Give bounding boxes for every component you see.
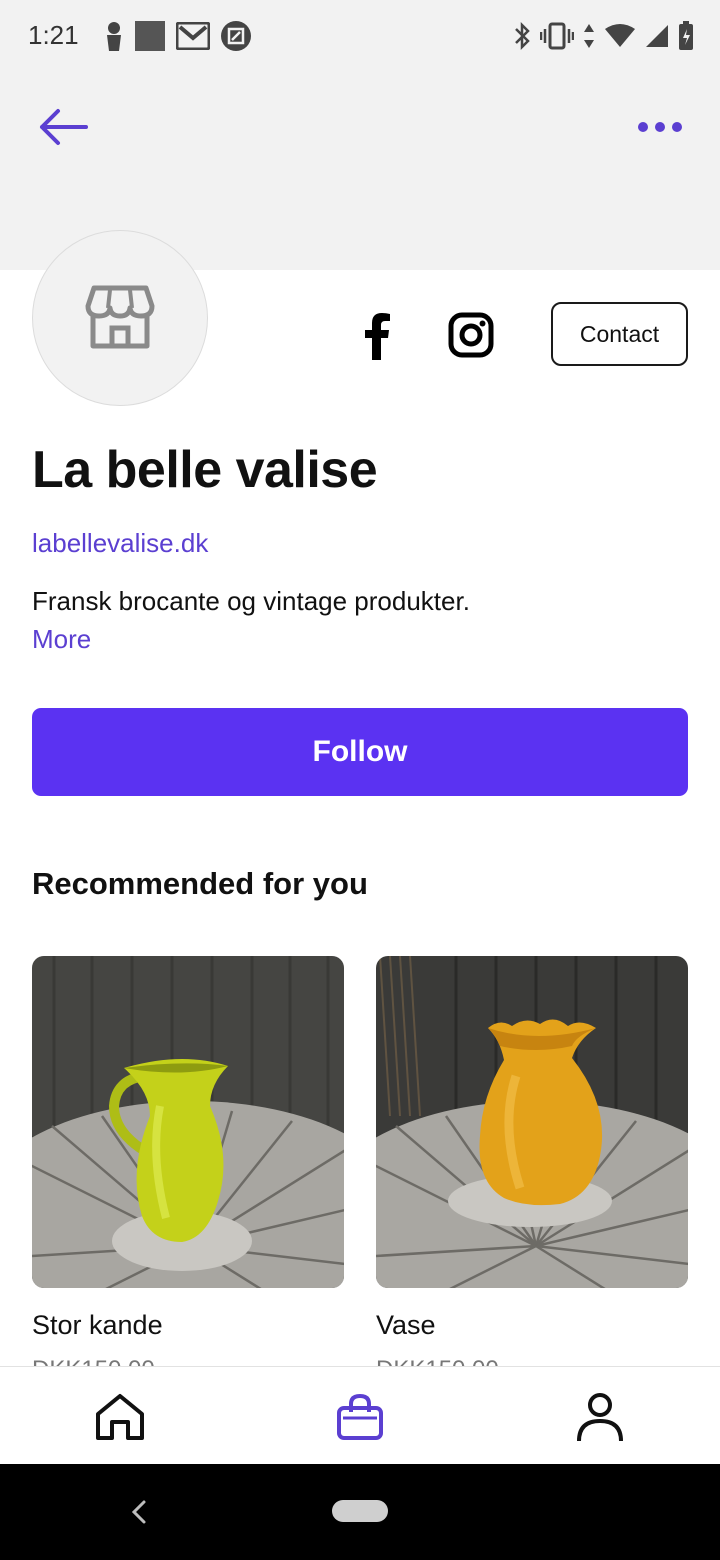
profile-icon [577,1393,623,1442]
system-back-icon [131,1500,146,1524]
website-link[interactable]: labellevalise.dk [32,528,208,559]
battery-icon [679,21,693,50]
data-arrows-icon [584,24,594,48]
wifi-icon [605,24,635,47]
shop-name: La belle valise [32,441,378,499]
shop-avatar [32,230,208,406]
vibrate-icon [540,22,574,50]
product-card-stor-kande[interactable]: Stor kande DKK150.00 [32,956,344,1383]
bottom-nav [0,1366,720,1464]
recommended-title: Recommended for you [32,866,368,901]
nav-home[interactable] [92,1389,148,1445]
gmail-icon [176,22,210,50]
status-time: 1:21 [28,20,79,50]
nav-shop[interactable] [332,1389,388,1445]
back-button[interactable] [34,102,94,152]
storefront-icon [85,285,155,349]
shopping-bag-icon [337,1393,383,1440]
product-image-vase [376,956,688,1288]
screenshot-icon [221,21,251,51]
bluetooth-icon [515,21,530,51]
follow-button[interactable]: Follow [32,708,688,796]
product-image-pitcher [32,956,344,1288]
system-home-pill[interactable] [332,1500,388,1522]
product-card-vase[interactable]: Vase DKK150.00 [376,956,688,1383]
signal-icon [646,25,668,47]
system-back-button[interactable] [126,1498,152,1526]
facebook-button[interactable] [352,306,402,366]
status-icons-left [104,18,252,54]
square-notification-icon [135,21,165,51]
more-options-button[interactable] [636,112,684,142]
instagram-button[interactable] [444,308,498,362]
status-bar: 1:21 [0,0,720,72]
contact-button[interactable]: Contact [551,302,688,366]
more-link[interactable]: More [32,624,91,655]
system-nav-bar [0,1464,720,1560]
status-icons-right [512,18,694,54]
shop-description: Fransk brocante og vintage produkter. [32,586,470,616]
instagram-icon [448,312,494,358]
person-pin-icon [107,22,121,51]
home-icon [96,1394,144,1440]
product-title: Stor kande [32,1310,163,1340]
arrow-left-icon [40,109,88,145]
nav-profile[interactable] [572,1389,628,1445]
more-horizontal-icon [638,122,682,132]
product-title: Vase [376,1310,436,1340]
facebook-icon [365,313,390,360]
